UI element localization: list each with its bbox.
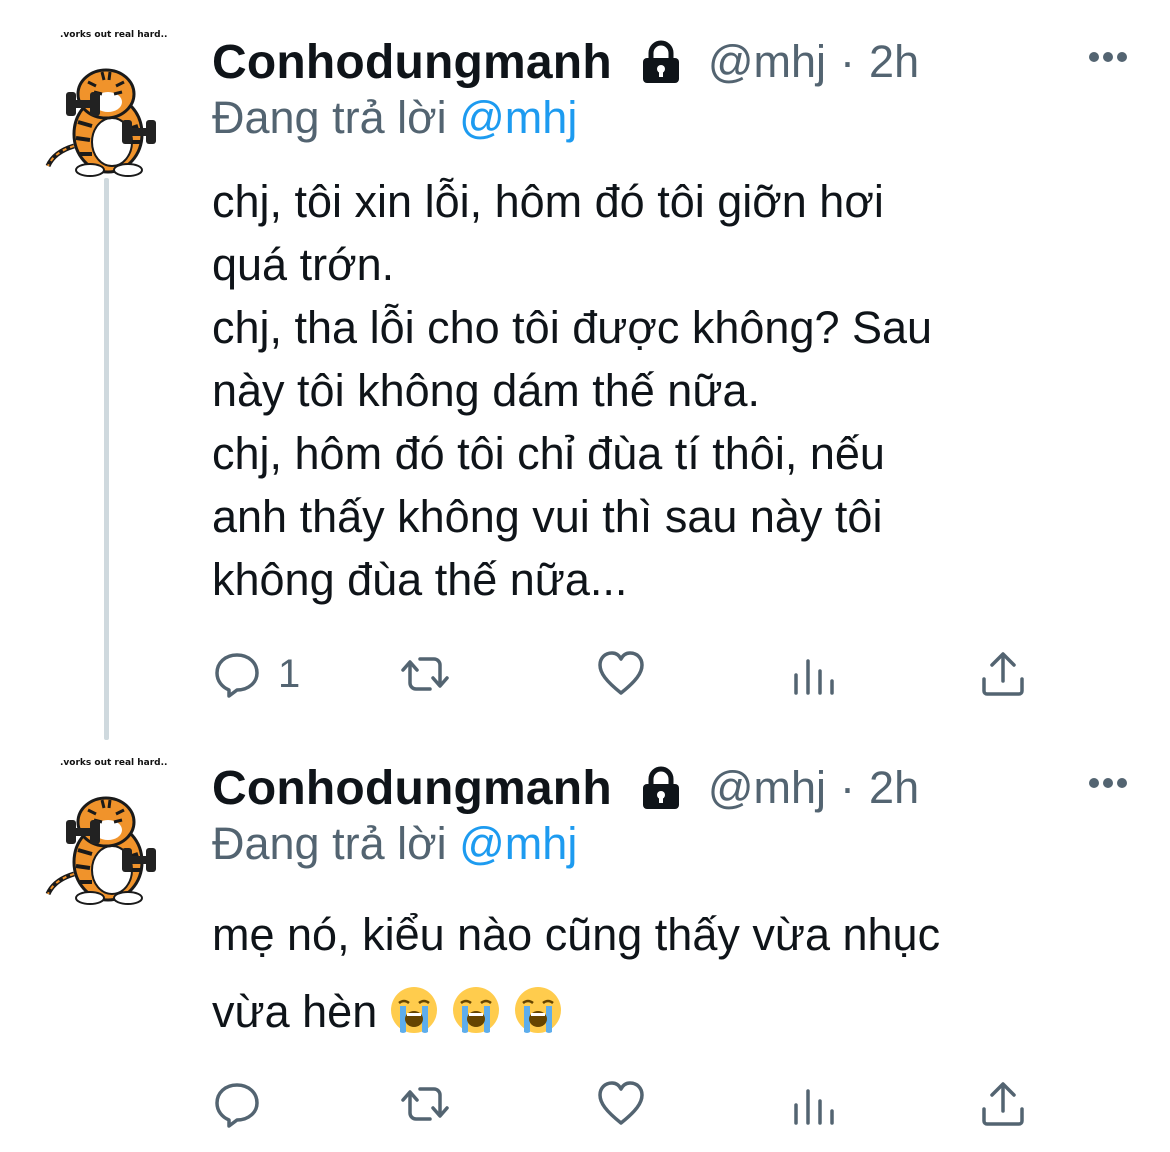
timestamp[interactable]: 2h [869,762,919,814]
avatar-caption: .vorks out real hard.. [60,758,168,768]
like-icon [596,649,646,699]
like-button[interactable] [596,1074,646,1134]
tweet-text: mẹ nó, kiểu nào cũng thấy vừa nhục vừa h… [212,896,1112,1050]
separator: · [840,762,856,813]
reply-prefix: Đang trả lời [212,818,447,869]
more-icon[interactable] [1088,776,1128,790]
reply-mention-link[interactable]: @mhj [459,818,577,869]
reply-prefix: Đang trả lời [212,92,447,143]
reply-button[interactable] [212,1074,262,1134]
avatar-caption: .vorks out real hard.. [60,30,168,40]
lock-icon [638,765,684,811]
thread-line [104,178,109,740]
share-button[interactable] [978,644,1028,704]
share-icon [978,1079,1028,1129]
tweet-text: chj, tôi xin lỗi, hôm đó tôi giỡn hơi qu… [212,176,933,605]
action-bar [212,1074,1052,1134]
reply-to: Đang trả lời @mhj [212,92,577,144]
reply-icon [212,1079,262,1129]
like-icon [596,1079,646,1129]
timestamp[interactable]: 2h [869,36,919,88]
reply-button[interactable]: 1 [212,644,300,704]
share-icon [978,649,1028,699]
action-bar: 1 [212,644,1052,704]
tiger-avatar-icon [42,42,168,182]
display-name[interactable]: Conhodungmanh [212,35,612,90]
tweet-header: Conhodungmanh @mhj · 2h [212,758,919,818]
views-button[interactable] [788,1074,838,1134]
avatar[interactable]: .vorks out real hard.. [42,758,168,898]
more-icon[interactable] [1088,50,1128,64]
views-icon [788,1079,838,1129]
reply-to: Đang trả lời @mhj [212,818,577,870]
views-button[interactable] [788,644,838,704]
handle[interactable]: @mhj [708,36,826,88]
reply-mention-link[interactable]: @mhj [459,92,577,143]
reply-count: 1 [278,651,301,696]
tweet-text-line-2: vừa hèn [212,986,378,1037]
loudly-crying-face-icon [451,985,501,1035]
retweet-icon [400,1079,450,1129]
loudly-crying-face-icon [513,985,563,1035]
like-button[interactable] [596,644,646,704]
retweet-button[interactable] [400,1074,450,1134]
views-icon [788,649,838,699]
tweet-text-line-1: mẹ nó, kiểu nào cũng thấy vừa nhục [212,909,941,960]
loudly-crying-face-icon [389,985,439,1035]
tweet-header: Conhodungmanh @mhj · 2h [212,32,919,92]
separator: · [840,36,856,87]
tweet-2[interactable]: .vorks out real hard.. Conhodungmanh @mh… [0,740,1170,1152]
lock-icon [638,39,684,85]
avatar[interactable]: .vorks out real hard.. [42,30,168,170]
share-button[interactable] [978,1074,1028,1134]
tiger-avatar-icon [42,770,168,910]
reply-icon [212,649,262,699]
display-name[interactable]: Conhodungmanh [212,761,612,816]
retweet-icon [400,649,450,699]
retweet-button[interactable] [400,644,450,704]
tweet-1[interactable]: .vorks out real hard.. Conhodungmanh @mh… [0,0,1170,740]
handle[interactable]: @mhj [708,762,826,814]
